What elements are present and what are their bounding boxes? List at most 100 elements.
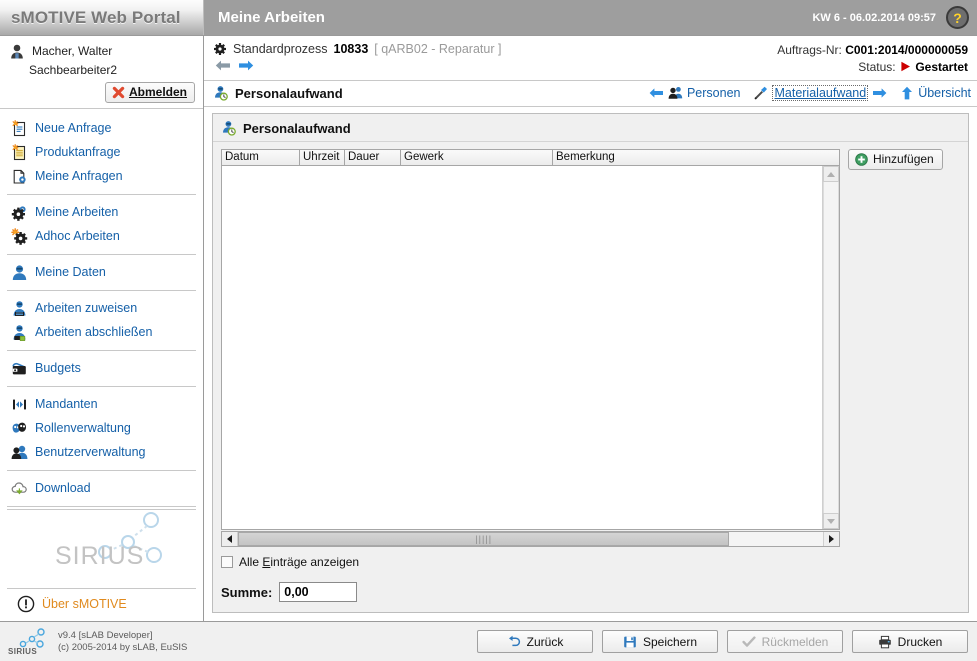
sidebar-item-download[interactable]: Download [7, 476, 196, 500]
back-button[interactable]: Zurück [477, 630, 593, 653]
user-name: Macher, Walter [32, 44, 113, 58]
sidebar-item-neue-anfrage[interactable]: Neue Anfrage [7, 116, 196, 140]
sidebar-nav: Neue Anfrage Produktanfrage Meine Anfrag… [0, 109, 203, 621]
process-title-row: Standardprozess 10833 [ qARB02 - Reparat… [213, 42, 501, 56]
add-entry-label: Hinzufügen [873, 152, 934, 166]
sirius-footer-logo: SIRIUS [8, 627, 52, 656]
scroll-up-button[interactable] [823, 166, 839, 182]
nav-group-requests: Neue Anfrage Produktanfrage Meine Anfrag… [7, 111, 196, 195]
save-button[interactable]: Speichern [602, 630, 718, 653]
sidebar-item-mandanten[interactable]: Mandanten [7, 392, 196, 416]
logout-button[interactable]: Abmelden [104, 82, 195, 103]
scroll-left-button[interactable] [222, 532, 238, 546]
sidebar-item-arbeiten-abschliessen[interactable]: Arbeiten abschließen [7, 320, 196, 344]
logout-label: Abmelden [128, 85, 187, 99]
sidebar-item-budgets[interactable]: Budgets [7, 356, 196, 380]
person-icon [10, 263, 28, 281]
previous-arrow-icon[interactable] [215, 59, 231, 72]
sidebar-item-label: Benutzerverwaltung [35, 444, 146, 459]
page-header-bar: Meine Arbeiten KW 6 - 06.02.2014 09:57 ? [204, 0, 977, 35]
horizontal-scrollbar[interactable]: ||||| [221, 531, 840, 547]
about-smotive-link[interactable]: Über sMOTIVE [7, 588, 196, 621]
sidebar-item-label: Meine Anfragen [35, 168, 123, 183]
sidebar-item-label: Adhoc Arbeiten [35, 228, 120, 243]
data-grid: Datum Uhrzeit Dauer Gewerk Bemerkung |||… [221, 149, 840, 547]
sidebar-item-meine-arbeiten[interactable]: Meine Arbeiten [7, 200, 196, 224]
triangle-left-icon [227, 535, 232, 543]
sidebar-item-adhoc-arbeiten[interactable]: Adhoc Arbeiten [7, 224, 196, 248]
sidebar-item-arbeiten-zuweisen[interactable]: Arbeiten zuweisen [7, 296, 196, 320]
scroll-down-button[interactable] [823, 513, 839, 529]
subnav-label: Personen [686, 86, 741, 100]
sidebar-item-produktanfrage[interactable]: Produktanfrage [7, 140, 196, 164]
print-button[interactable]: Drucken [852, 630, 968, 653]
sidebar: Macher, Walter Sachbearbeiter2 Abmelden … [0, 36, 204, 621]
process-nav-arrows [213, 59, 501, 72]
about-label: Über sMOTIVE [42, 597, 127, 611]
nav-group-admin: Mandanten Rollenverwaltung Benutzerverwa… [7, 387, 196, 471]
save-button-label: Speichern [642, 634, 698, 649]
user-block: Macher, Walter Sachbearbeiter2 Abmelden [0, 36, 203, 109]
section-title: Personalaufwand [235, 85, 343, 101]
clients-icon [10, 395, 28, 413]
column-header-uhrzeit[interactable]: Uhrzeit [300, 150, 345, 165]
nav-group-assign: Arbeiten zuweisen Arbeiten abschließen [7, 291, 196, 351]
sidebar-item-label: Mandanten [35, 396, 98, 411]
status-label: Status: [858, 60, 896, 74]
wallet-icon [10, 359, 28, 377]
user-row: Macher, Walter [8, 42, 195, 60]
sidebar-item-label: Rollenverwaltung [35, 420, 131, 435]
vertical-scrollbar[interactable] [822, 166, 839, 529]
help-icon[interactable]: ? [946, 6, 969, 29]
table-header-row: Datum Uhrzeit Dauer Gewerk Bemerkung [221, 149, 840, 166]
sidebar-item-label: Meine Arbeiten [35, 204, 119, 219]
close-x-icon [112, 86, 125, 99]
column-header-bemerkung[interactable]: Bemerkung [553, 150, 839, 165]
sum-input[interactable] [279, 582, 358, 602]
new-request-icon [10, 119, 28, 137]
footer-bar: SIRIUS v9.4 [sLAB Developer] (c) 2005-20… [0, 621, 977, 661]
subnav-link-uebersicht[interactable]: Übersicht [900, 86, 971, 100]
column-header-dauer[interactable]: Dauer [345, 150, 401, 165]
complete-work-icon [10, 323, 28, 341]
table-empty-canvas[interactable] [222, 166, 822, 529]
body-wrapper: Macher, Walter Sachbearbeiter2 Abmelden … [0, 36, 977, 621]
main-panel: Standardprozess 10833 [ qARB02 - Reparat… [204, 36, 977, 621]
gear-icon [10, 203, 28, 221]
tool-icon [753, 86, 768, 100]
horizontal-scroll-thumb[interactable]: ||||| [238, 532, 730, 546]
sidebar-item-rollenverwaltung[interactable]: Rollenverwaltung [7, 416, 196, 440]
nav-group-my-data: Meine Daten [7, 255, 196, 291]
sidebar-item-meine-anfragen[interactable]: Meine Anfragen [7, 164, 196, 188]
column-header-gewerk[interactable]: Gewerk [401, 150, 553, 165]
sidebar-item-meine-daten[interactable]: Meine Daten [7, 260, 196, 284]
personnel-effort-card: Personalaufwand Datum Uhrzeit Dauer Gewe… [212, 113, 969, 613]
horizontal-scroll-track[interactable]: ||||| [238, 532, 823, 546]
order-number-row: Auftrags-Nr: C001:2014/000000059 [777, 42, 968, 59]
users-icon [10, 443, 28, 461]
people-icon [668, 86, 683, 100]
next-arrow-icon[interactable] [238, 59, 254, 72]
subnav-link-materialaufwand[interactable]: Materialaufwand [753, 85, 887, 101]
column-header-datum[interactable]: Datum [222, 150, 300, 165]
add-entry-button[interactable]: Hinzufügen [848, 149, 943, 170]
adhoc-gear-icon [10, 227, 28, 245]
left-arrow-icon [649, 87, 664, 99]
sum-label: Summe: [221, 584, 273, 600]
vertical-scroll-track[interactable] [823, 182, 839, 513]
info-icon [17, 595, 35, 613]
sidebar-item-label: Arbeiten zuweisen [35, 300, 138, 315]
subnav-label: Materialaufwand [772, 85, 869, 101]
card-title: Personalaufwand [243, 120, 351, 136]
scroll-right-button[interactable] [823, 532, 839, 546]
status-play-icon [899, 61, 912, 72]
personnel-effort-icon [213, 85, 229, 101]
order-number-label: Auftrags-Nr: [777, 43, 842, 57]
sidebar-item-label: Meine Daten [35, 264, 106, 279]
section-title-row: Personalaufwand [213, 85, 343, 101]
show-all-entries-checkbox[interactable] [221, 556, 233, 568]
sidebar-item-benutzerverwaltung[interactable]: Benutzerverwaltung [7, 440, 196, 464]
show-all-entries-row: Alle Einträge anzeigen [221, 555, 960, 569]
subnav-link-personen[interactable]: Personen [649, 86, 741, 100]
sidebar-item-label: Arbeiten abschließen [35, 324, 153, 339]
